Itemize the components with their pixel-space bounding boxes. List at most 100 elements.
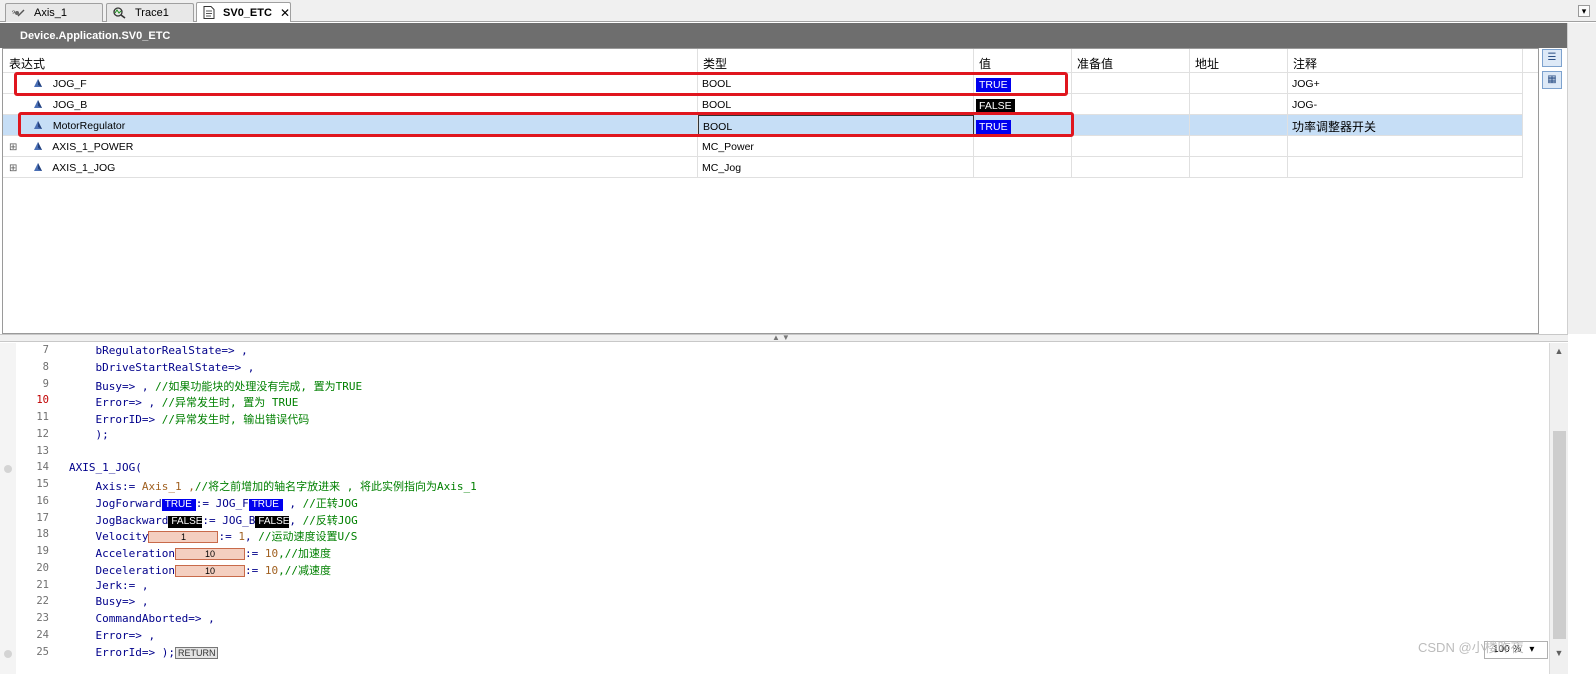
inline-value-false[interactable]: FALSE bbox=[168, 515, 202, 528]
watch-row-axis-1-jog[interactable]: ⊞ AXIS_1_JOG MC_Jog bbox=[3, 157, 1523, 178]
watch-row-jog-b[interactable]: JOG_B BOOL FALSE JOG- bbox=[3, 94, 1523, 115]
scroll-up-icon[interactable]: ▲ bbox=[1553, 346, 1565, 358]
code-text: ErrorId=> ); RETURN bbox=[69, 645, 219, 659]
code-token: Velocity bbox=[69, 530, 149, 544]
code-token: Error=> , bbox=[69, 396, 162, 410]
tab-axis-1[interactable]: ⁹ Axis_1 bbox=[5, 3, 103, 22]
line-number: 24 bbox=[36, 628, 49, 641]
value-cell[interactable]: FALSE bbox=[974, 94, 1072, 114]
variable-icon bbox=[33, 163, 42, 171]
inline-value-true[interactable]: TRUE bbox=[161, 498, 196, 511]
code-token: Axis:= bbox=[69, 480, 142, 493]
table-view-icon[interactable]: ▦ bbox=[1542, 71, 1562, 89]
inline-value-number[interactable]: 1 bbox=[148, 531, 219, 544]
inline-value-true[interactable]: TRUE bbox=[248, 498, 283, 511]
variable-icon bbox=[33, 79, 42, 87]
prepared-value-cell[interactable] bbox=[1072, 157, 1190, 177]
watch-path-bar: Device.Application.SV0_ETC bbox=[0, 23, 1568, 48]
variable-icon bbox=[33, 100, 42, 108]
code-text: CommandAborted=> , bbox=[69, 612, 215, 625]
close-icon[interactable]: ✕ bbox=[280, 6, 290, 20]
code-line: 18 Velocity 1:= 1, //运动速度设置U/S bbox=[0, 528, 1549, 545]
expression-cell: JOG_B bbox=[3, 94, 698, 114]
scrollbar-thumb[interactable] bbox=[1553, 431, 1566, 639]
expand-plus-icon[interactable]: ⊞ bbox=[9, 163, 19, 174]
tab-trace1[interactable]: Trace1 bbox=[106, 3, 194, 22]
line-number: 9 bbox=[42, 377, 49, 390]
inline-value-number[interactable]: 10 bbox=[174, 564, 245, 577]
header-value[interactable]: 值 bbox=[974, 49, 1072, 73]
watermark: CSDN @小楼昨夜 bbox=[1418, 640, 1524, 655]
code-text: JogForward TRUE:= JOG_F TRUE , //正转JOG bbox=[69, 495, 358, 511]
code-line: 25 ErrorId=> ); RETURN bbox=[0, 646, 1549, 663]
line-number: 8 bbox=[42, 360, 49, 373]
code-token: ErrorId=> ); bbox=[69, 645, 175, 659]
editor-vertical-scrollbar[interactable]: ▲ ▼ bbox=[1549, 343, 1568, 674]
code-token: := bbox=[218, 530, 239, 544]
expression-label: JOG_F bbox=[52, 78, 87, 90]
code-line: 14 AXIS_1_JOG( bbox=[0, 461, 1549, 478]
inline-value-false[interactable]: FALSE bbox=[255, 515, 289, 528]
breakpoint-marker-icon[interactable] bbox=[4, 465, 12, 474]
document-icon bbox=[203, 6, 215, 19]
inline-value-number[interactable]: 10 bbox=[174, 548, 245, 560]
code-line: 7 bRegulatorRealState=> , bbox=[0, 344, 1549, 361]
watch-row-jog-f[interactable]: JOG_F BOOL TRUE JOG+ bbox=[3, 73, 1523, 94]
watch-row-motorregulator[interactable]: MotorRegulator BOOL TRUE 功率调整器开关 bbox=[3, 115, 1523, 136]
value-cell[interactable] bbox=[974, 157, 1072, 177]
code-text: bRegulatorRealState=> , bbox=[69, 344, 248, 357]
header-type[interactable]: 类型 bbox=[698, 49, 974, 73]
header-comment[interactable]: 注释 bbox=[1288, 49, 1523, 73]
line-number: 13 bbox=[36, 444, 49, 457]
code-token: , bbox=[244, 530, 259, 544]
prepared-value-cell[interactable] bbox=[1072, 73, 1190, 93]
tab-dropdown-icon[interactable]: ▾ bbox=[1578, 5, 1590, 17]
code-line: 11 ErrorID=> //异常发生时, 输出错误代码 bbox=[0, 411, 1549, 428]
code-editor[interactable]: 7 bRegulatorRealState=> , 8 bDriveStartR… bbox=[0, 343, 1549, 674]
expression-cell: MotorRegulator bbox=[3, 115, 698, 135]
list-view-icon[interactable]: ☰ bbox=[1542, 49, 1562, 67]
code-line: 13 bbox=[0, 445, 1549, 462]
code-comment: //运动速度设置U/S bbox=[258, 530, 358, 544]
scroll-down-icon[interactable]: ▼ bbox=[1553, 648, 1565, 660]
code-text: Velocity 1:= 1, //运动速度设置U/S bbox=[69, 528, 357, 544]
tab-sv0-etc[interactable]: SV0_ETC ✕ bbox=[196, 2, 291, 22]
chevron-down-icon: ▾ bbox=[1529, 644, 1535, 655]
header-prepared-value[interactable]: 准备值 bbox=[1072, 49, 1190, 73]
code-line: 12 ); bbox=[0, 428, 1549, 445]
code-token: JogForward bbox=[69, 496, 162, 510]
trace-icon bbox=[113, 7, 127, 19]
code-line: 8 bDriveStartRealState=> , bbox=[0, 361, 1549, 378]
line-number: 23 bbox=[36, 612, 49, 624]
comment-cell: 功率调整器开关 bbox=[1288, 115, 1523, 135]
prepared-value-cell[interactable] bbox=[1072, 94, 1190, 114]
header-address[interactable]: 地址 bbox=[1190, 49, 1288, 73]
value-cell[interactable] bbox=[974, 136, 1072, 156]
prepared-value-cell[interactable] bbox=[1072, 115, 1190, 135]
header-expression[interactable]: 表达式 bbox=[3, 49, 698, 73]
panel-splitter[interactable]: ▲▼ bbox=[0, 333, 1568, 342]
value-cell[interactable]: TRUE bbox=[974, 73, 1072, 93]
watch-row-axis-1-power[interactable]: ⊞ AXIS_1_POWER MC_Power bbox=[3, 136, 1523, 157]
watch-side-toolbar: ☰ ▦ bbox=[1542, 49, 1564, 109]
code-token: , bbox=[289, 513, 303, 527]
code-token: := JOG_B bbox=[202, 513, 256, 527]
code-token: := bbox=[244, 563, 265, 577]
code-line: 15 Axis:= Axis_1 ,//将之前增加的轴名字放进来 , 将此实例指… bbox=[0, 478, 1549, 495]
code-token: := JOG_F bbox=[195, 496, 249, 510]
expression-label: AXIS_1_JOG bbox=[52, 162, 116, 174]
breakpoint-marker-icon[interactable] bbox=[4, 649, 12, 658]
prepared-value-cell[interactable] bbox=[1072, 136, 1190, 156]
value-cell[interactable]: TRUE bbox=[974, 115, 1072, 135]
code-line: 20 Deceleration 10:= 10,//减速度 bbox=[0, 562, 1549, 579]
code-text: JogBackward FALSE:= JOG_B FALSE, //反转JOG bbox=[69, 512, 358, 528]
code-token: Busy=> , bbox=[69, 379, 156, 393]
line-number: 16 bbox=[36, 494, 49, 507]
code-token: 1 bbox=[238, 530, 245, 544]
code-token: 10 bbox=[264, 563, 279, 577]
code-token: JogBackward bbox=[69, 513, 169, 527]
code-token: 10 bbox=[264, 547, 279, 560]
address-cell bbox=[1190, 157, 1288, 177]
code-token: , bbox=[282, 496, 303, 510]
expand-plus-icon[interactable]: ⊞ bbox=[9, 142, 19, 153]
